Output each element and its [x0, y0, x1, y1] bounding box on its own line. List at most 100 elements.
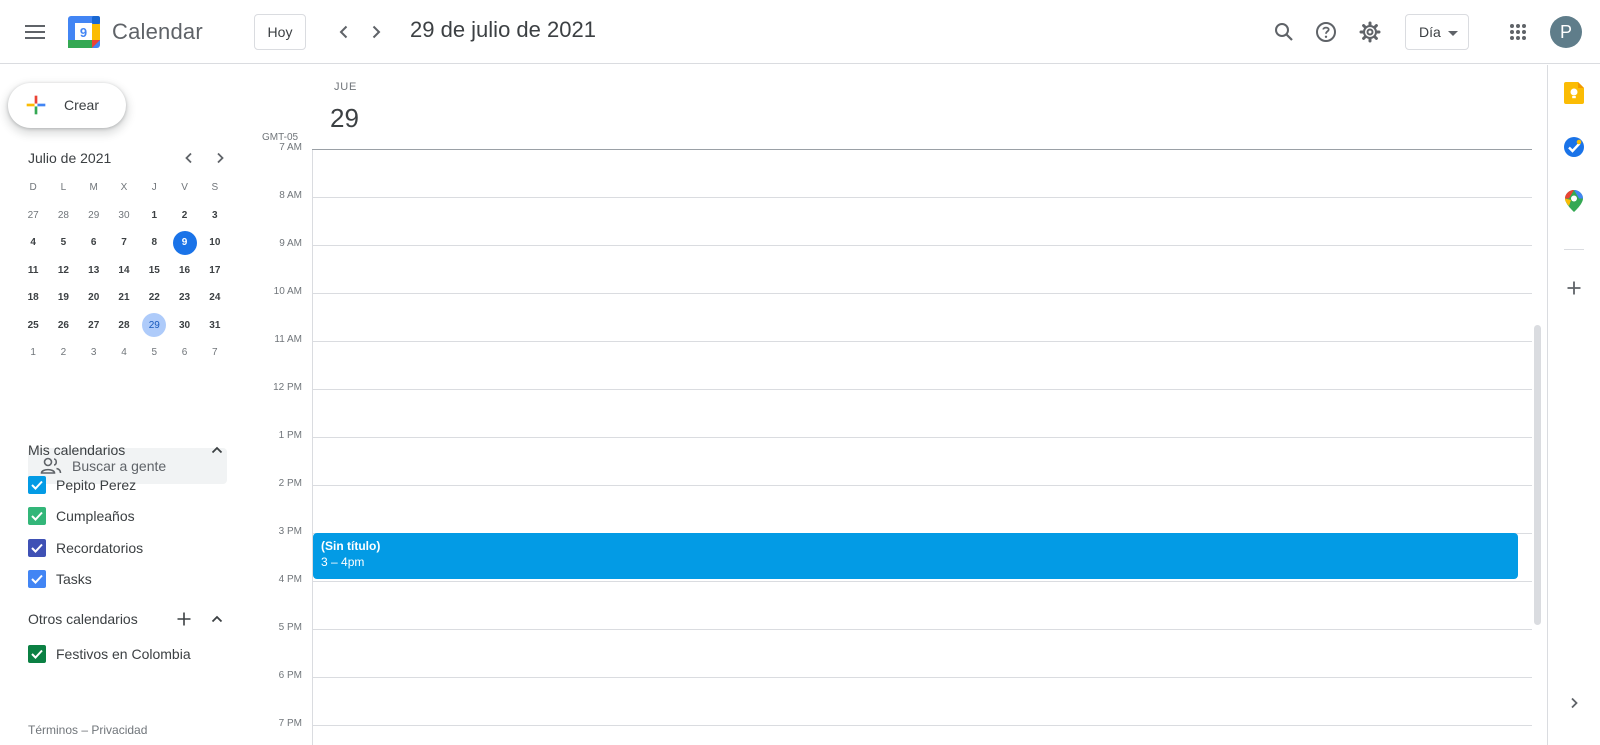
account-avatar[interactable]: P [1550, 16, 1582, 48]
help-button[interactable] [1306, 12, 1346, 52]
calendar-item-cumpleanos[interactable]: Cumpleaños [28, 504, 135, 528]
mini-day[interactable]: 28 [109, 312, 139, 340]
mini-day[interactable]: 6 [79, 229, 109, 257]
day-number[interactable]: 29 [330, 103, 359, 134]
main-menu-button[interactable] [15, 12, 55, 52]
mini-day[interactable]: 5 [139, 339, 169, 367]
mini-day[interactable]: 26 [48, 312, 78, 340]
mini-week-row: 4 5 6 7 8 9 10 [18, 229, 230, 257]
mini-day[interactable]: 27 [79, 312, 109, 340]
mini-day-today[interactable]: 9 [169, 229, 199, 257]
mini-day[interactable]: 2 [48, 339, 78, 367]
mini-day[interactable]: 25 [18, 312, 48, 340]
checkbox-checked-icon[interactable] [28, 570, 46, 588]
expand-side-panel-button[interactable] [1562, 691, 1586, 715]
mini-day[interactable]: 21 [109, 284, 139, 312]
mini-day[interactable]: 30 [109, 202, 139, 230]
search-button[interactable] [1264, 12, 1304, 52]
vertical-scrollbar[interactable] [1534, 325, 1541, 625]
create-plus-icon [26, 95, 46, 115]
chevron-left-icon [339, 25, 348, 39]
mini-day[interactable]: 7 [109, 229, 139, 257]
mini-weekday-row: D L M X J V S [18, 174, 230, 202]
mini-next-month-button[interactable] [206, 144, 234, 172]
mini-day[interactable]: 22 [139, 284, 169, 312]
event-time: 3 – 4pm [321, 555, 365, 569]
mini-day[interactable]: 30 [169, 312, 199, 340]
hour-label: 12 PM [273, 382, 302, 393]
mini-day[interactable]: 4 [109, 339, 139, 367]
mini-day[interactable]: 28 [48, 202, 78, 230]
checkbox-checked-icon[interactable] [28, 507, 46, 525]
mini-day[interactable]: 18 [18, 284, 48, 312]
mini-day[interactable]: 11 [18, 257, 48, 285]
mini-day[interactable]: 31 [200, 312, 230, 340]
mini-day[interactable]: 20 [79, 284, 109, 312]
calendar-item-recordatorios[interactable]: Recordatorios [28, 536, 143, 560]
mini-day[interactable]: 3 [200, 202, 230, 230]
mini-day[interactable]: 24 [200, 284, 230, 312]
checkbox-checked-icon[interactable] [28, 645, 46, 663]
apps-button[interactable] [1498, 12, 1538, 52]
mini-day[interactable]: 16 [169, 257, 199, 285]
next-period-button[interactable] [356, 12, 396, 52]
mini-day[interactable]: 1 [18, 339, 48, 367]
my-calendars-title[interactable]: Mis calendarios [28, 442, 125, 458]
mini-day[interactable]: 2 [169, 202, 199, 230]
terms-privacy-links[interactable]: Términos – Privacidad [28, 723, 147, 737]
hour-label: 6 PM [278, 670, 302, 681]
add-addon-button[interactable] [1562, 276, 1586, 300]
mini-day[interactable]: 19 [48, 284, 78, 312]
chevron-right-icon [1571, 697, 1578, 709]
view-select[interactable]: Día [1405, 14, 1469, 50]
chevron-left-icon [185, 152, 192, 164]
mini-day-selected[interactable]: 29 [139, 312, 169, 340]
mini-day[interactable]: 10 [200, 229, 230, 257]
calendar-logo[interactable]: 9 [68, 16, 100, 48]
view-select-label: Día [1419, 24, 1441, 40]
my-calendars-toggle[interactable] [205, 438, 229, 462]
calendar-item-tasks[interactable]: Tasks [28, 567, 92, 591]
mini-day[interactable]: 27 [18, 202, 48, 230]
mini-day[interactable]: 17 [200, 257, 230, 285]
hour-label: 7 AM [279, 142, 302, 150]
add-other-calendar-button[interactable] [172, 607, 196, 631]
mini-weekday: X [120, 182, 128, 194]
event-block[interactable]: (Sin título) 3 – 4pm [313, 533, 1518, 579]
mini-weekday: M [89, 182, 98, 194]
mini-day[interactable]: 23 [169, 284, 199, 312]
mini-day[interactable]: 3 [79, 339, 109, 367]
calendar-name: Recordatorios [56, 540, 144, 556]
hour-label: 2 PM [278, 478, 302, 489]
checkbox-checked-icon[interactable] [28, 539, 46, 557]
mini-day[interactable]: 5 [48, 229, 78, 257]
other-calendars-toggle[interactable] [205, 607, 229, 631]
settings-button[interactable] [1350, 12, 1390, 52]
time-grid[interactable]: 7 AM 8 AM 9 AM 10 AM 11 AM 12 PM 1 PM 2 … [250, 142, 1547, 745]
create-button[interactable]: Crear [8, 83, 126, 128]
maps-button[interactable] [1562, 189, 1586, 213]
day-view: JUE 29 GMT-05 7 AM 8 AM 9 AM 10 AM 11 AM… [250, 65, 1547, 745]
checkbox-checked-icon[interactable] [28, 476, 46, 494]
mini-week-row: 11 12 13 14 15 16 17 [18, 257, 230, 285]
mini-day[interactable]: 15 [139, 257, 169, 285]
calendar-item-festivos-colombia[interactable]: Festivos en Colombia [28, 642, 191, 666]
mini-day[interactable]: 29 [79, 202, 109, 230]
mini-day[interactable]: 7 [200, 339, 230, 367]
chevron-right-icon [372, 25, 381, 39]
mini-day[interactable]: 13 [79, 257, 109, 285]
other-calendars-title[interactable]: Otros calendarios [28, 611, 138, 627]
keep-button[interactable] [1562, 81, 1586, 105]
mini-day[interactable]: 14 [109, 257, 139, 285]
mini-day[interactable]: 4 [18, 229, 48, 257]
mini-day[interactable]: 8 [139, 229, 169, 257]
mini-prev-month-button[interactable] [175, 144, 203, 172]
today-button[interactable]: Hoy [254, 14, 306, 50]
calendar-item-pepito-perez[interactable]: Pepito Perez [28, 473, 136, 497]
mini-day[interactable]: 6 [169, 339, 199, 367]
mini-day[interactable]: 12 [48, 257, 78, 285]
mini-day[interactable]: 1 [139, 202, 169, 230]
tasks-button[interactable] [1562, 135, 1586, 159]
chevron-up-icon [211, 446, 223, 454]
mini-week-row: 18 19 20 21 22 23 24 [18, 284, 230, 312]
